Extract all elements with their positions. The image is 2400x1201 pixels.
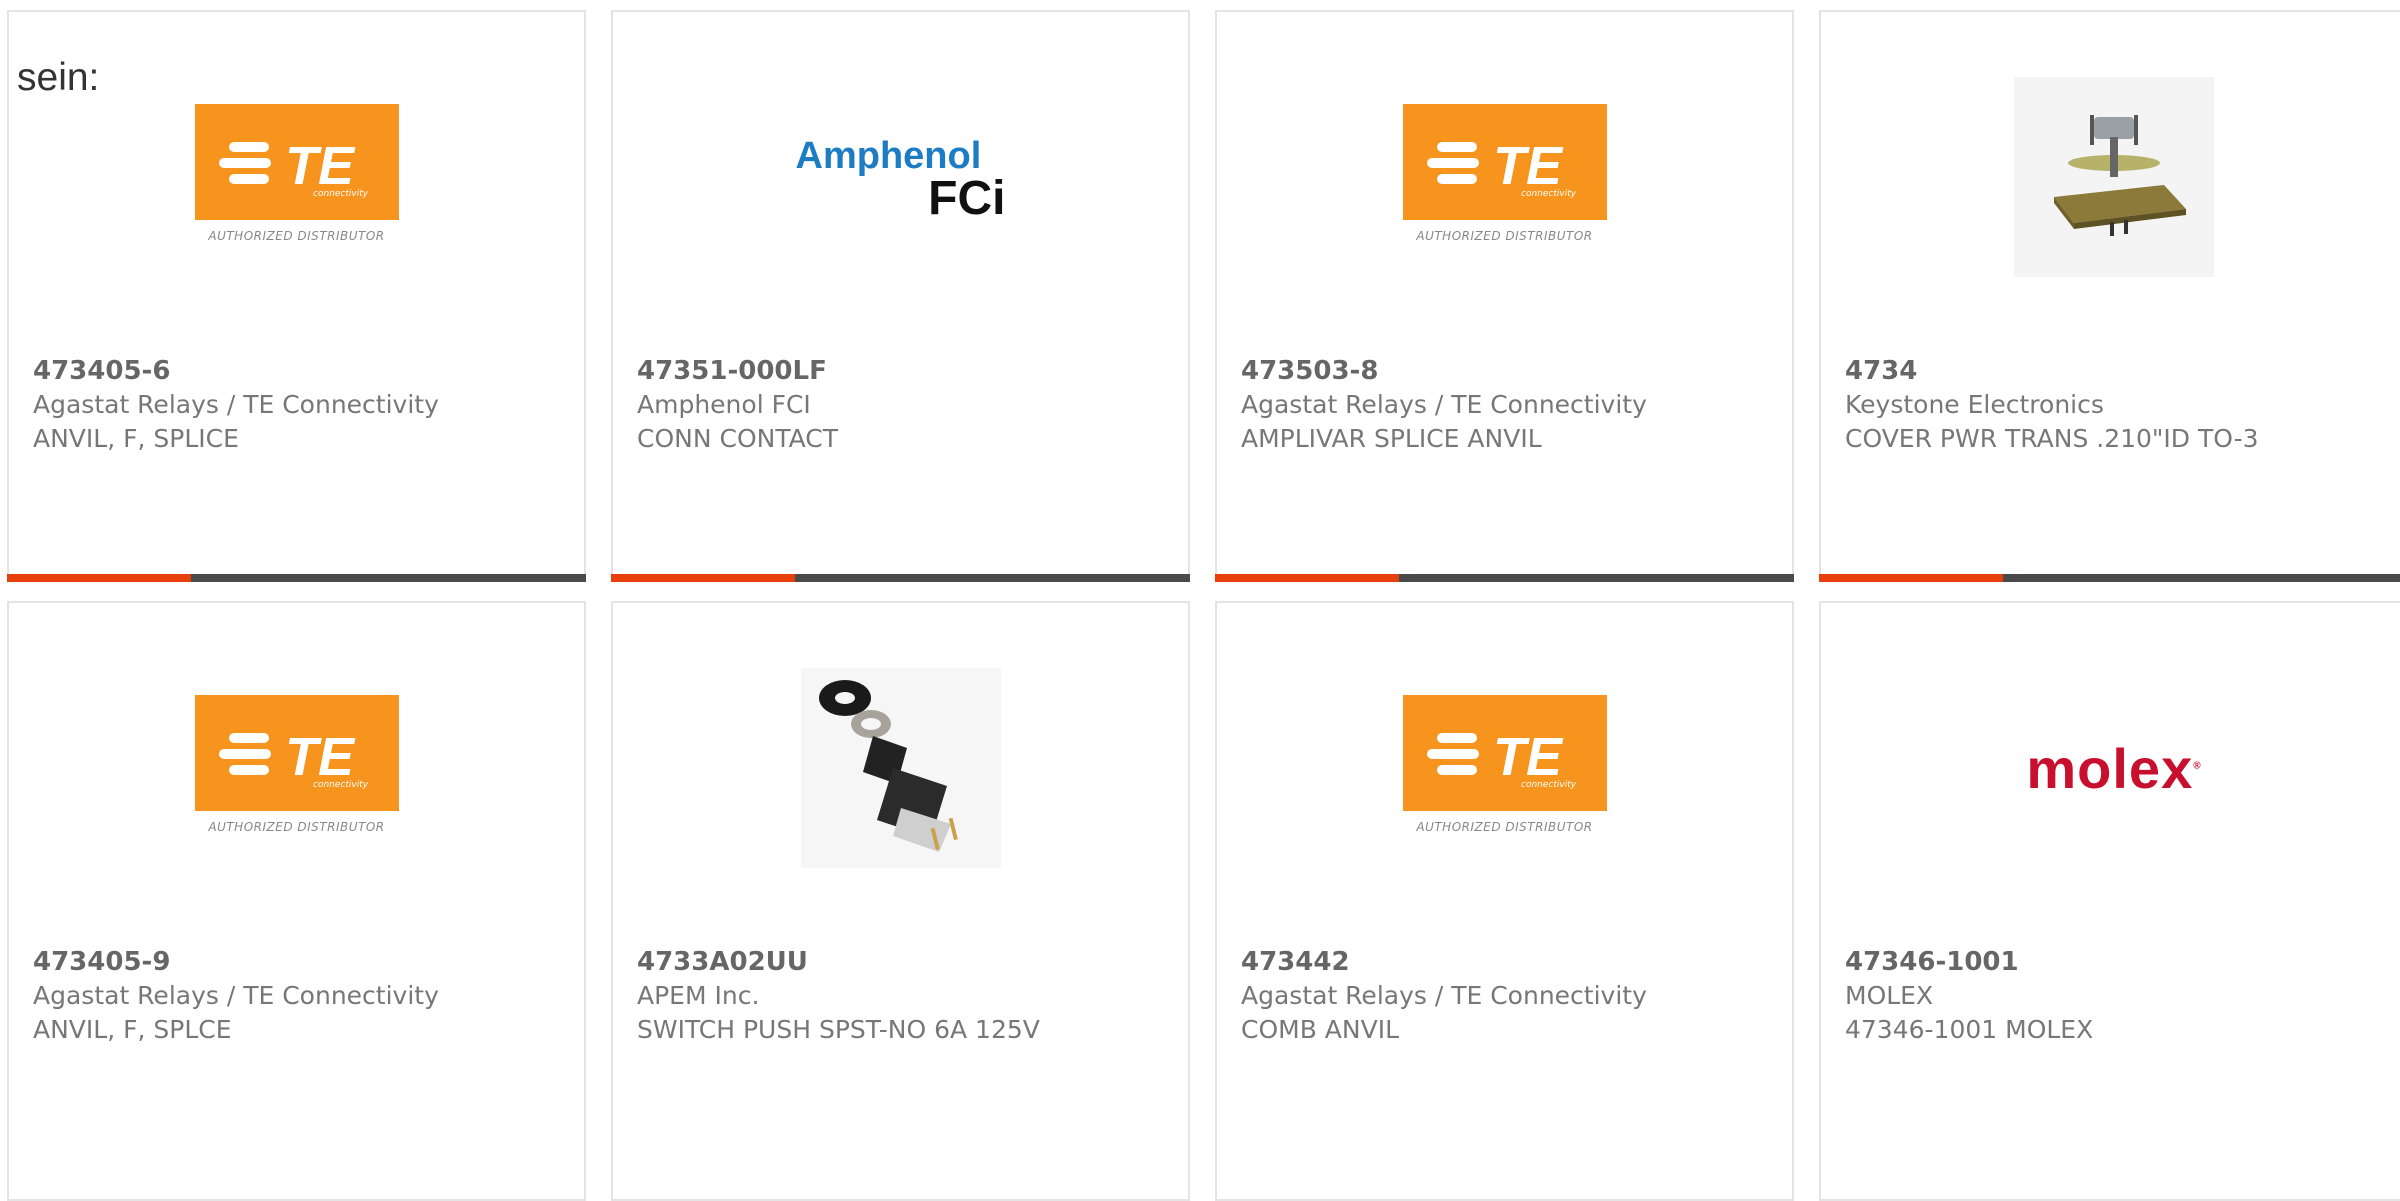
part-number[interactable]: 473503-8	[1241, 354, 1782, 388]
description: 47346-1001 MOLEX	[1845, 1015, 2094, 1044]
part-number[interactable]: 473442	[1241, 945, 1782, 979]
part-number[interactable]: 4734	[1845, 354, 2397, 388]
product-image[interactable]: molex®	[1821, 653, 2400, 883]
product-card[interactable]: TE connectivity AUTHORIZED DISTRIBUTOR 4…	[1215, 601, 1794, 1201]
part-number[interactable]: 473405-9	[33, 945, 574, 979]
svg-text:connectivity: connectivity	[1521, 189, 1577, 199]
product-card[interactable]: sein: TE connectivity AUTHORIZED DISTRIB…	[7, 10, 586, 582]
push-switch-photo	[800, 668, 1001, 868]
description: COVER PWR TRANS .210"ID TO-3	[1845, 424, 2259, 453]
svg-text:TE: TE	[1493, 727, 1564, 787]
te-connectivity-logo: TE connectivity AUTHORIZED DISTRIBUTOR	[194, 695, 399, 841]
card-bottom-bar	[1819, 574, 2400, 582]
description: SWITCH PUSH SPST-NO 6A 125V	[637, 1015, 1040, 1044]
card-bottom-bar	[7, 574, 586, 582]
manufacturer: Agastat Relays / TE Connectivity	[1241, 981, 1647, 1010]
product-image[interactable]: TE connectivity AUTHORIZED DISTRIBUTOR	[1217, 62, 1792, 292]
svg-text:TE: TE	[285, 136, 356, 196]
manufacturer: Amphenol FCI	[637, 390, 811, 419]
part-number[interactable]: 473405-6	[33, 354, 574, 388]
card-bottom-bar	[1215, 574, 1794, 582]
product-image[interactable]: TE connectivity AUTHORIZED DISTRIBUTOR	[1217, 653, 1792, 883]
manufacturer: Agastat Relays / TE Connectivity	[33, 390, 439, 419]
te-connectivity-logo: TE connectivity AUTHORIZED DISTRIBUTOR	[1402, 104, 1607, 250]
product-image[interactable]	[613, 653, 1188, 883]
manufacturer: MOLEX	[1845, 981, 1934, 1010]
svg-text:connectivity: connectivity	[1521, 780, 1577, 790]
card-bottom-bar	[611, 574, 1190, 582]
manufacturer: Agastat Relays / TE Connectivity	[33, 981, 439, 1010]
product-image[interactable]	[1821, 62, 2400, 292]
svg-text:connectivity: connectivity	[313, 780, 369, 790]
product-card[interactable]: 4733A02UU APEM Inc. SWITCH PUSH SPST-NO …	[611, 601, 1190, 1201]
manufacturer: APEM Inc.	[637, 981, 760, 1010]
product-card[interactable]: TE connectivity AUTHORIZED DISTRIBUTOR 4…	[7, 601, 586, 1201]
manufacturer: Agastat Relays / TE Connectivity	[1241, 390, 1647, 419]
svg-text:TE: TE	[285, 727, 356, 787]
part-number[interactable]: 47346-1001	[1845, 945, 2397, 979]
product-card[interactable]: TE connectivity AUTHORIZED DISTRIBUTOR 4…	[1215, 10, 1794, 582]
product-image[interactable]: Amphenol FCi	[613, 62, 1188, 292]
product-image[interactable]: TE connectivity AUTHORIZED DISTRIBUTOR	[9, 653, 584, 883]
te-connectivity-logo: TE connectivity AUTHORIZED DISTRIBUTOR	[194, 104, 399, 250]
description: COMB ANVIL	[1241, 1015, 1400, 1044]
product-card[interactable]: Amphenol FCi 47351-000LF Amphenol FCI CO…	[611, 10, 1190, 582]
molex-logo: molex®	[2026, 736, 2202, 800]
description: ANVIL, F, SPLCE	[33, 1015, 232, 1044]
description: ANVIL, F, SPLICE	[33, 424, 239, 453]
svg-text:TE: TE	[1493, 136, 1564, 196]
svg-text:connectivity: connectivity	[313, 189, 369, 199]
product-card[interactable]: 4734 Keystone Electronics COVER PWR TRAN…	[1819, 10, 2400, 582]
part-number[interactable]: 4733A02UU	[637, 945, 1178, 979]
description: CONN CONTACT	[637, 424, 839, 453]
manufacturer: Keystone Electronics	[1845, 390, 2104, 419]
description: AMPLIVAR SPLICE ANVIL	[1241, 424, 1542, 453]
product-card[interactable]: molex® 47346-1001 MOLEX 47346-1001 MOLEX	[1819, 601, 2400, 1201]
part-number[interactable]: 47351-000LF	[637, 354, 1178, 388]
te-connectivity-logo: TE connectivity AUTHORIZED DISTRIBUTOR	[1402, 695, 1607, 841]
amphenol-fci-logo: Amphenol FCi	[795, 134, 1006, 225]
heat-sink-cover-photo	[2014, 77, 2214, 277]
product-image[interactable]: TE connectivity AUTHORIZED DISTRIBUTOR	[9, 62, 584, 292]
